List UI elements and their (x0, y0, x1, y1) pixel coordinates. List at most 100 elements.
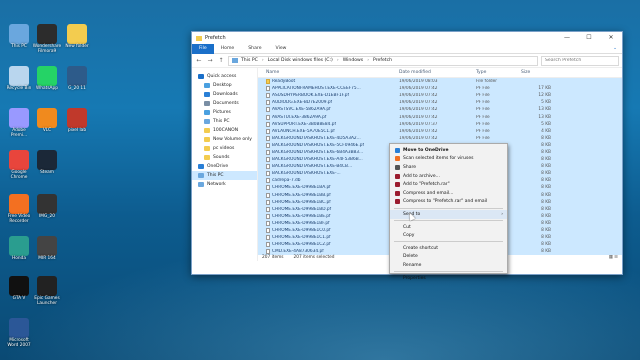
nav-item[interactable]: This PC (192, 171, 257, 180)
menu-item-rename[interactable]: Rename (390, 261, 507, 270)
folder-icon (196, 35, 202, 41)
menu-item-label: Scan selected items for viruses (403, 156, 474, 162)
desktop-icon[interactable]: This PC (4, 24, 34, 50)
nav-item[interactable]: Desktop (192, 81, 257, 90)
table-row[interactable]: ReadyBoot 19/06/2019 08:03 File folder (258, 78, 622, 86)
desktop-icon[interactable]: Adobe Premi... (4, 108, 34, 139)
desktop-icon[interactable]: WhatsApp (32, 66, 62, 92)
search-input[interactable] (545, 58, 609, 63)
menu-item-move-to-onedrive[interactable]: Move to OneDrive (390, 146, 507, 155)
table-row[interactable]: AVSUPPORT.EXE-3B0B8E84.pf 19/06/2019 07:3… (258, 120, 622, 128)
menu-item-compress-to-prefetch-rar-and-email[interactable]: Compress to "Prefetch.rar" and email (390, 198, 507, 207)
menu-item-icon (395, 212, 400, 217)
desktop-icon[interactable]: Free Video Recorder (4, 194, 34, 225)
nav-item[interactable]: Pictures (192, 108, 257, 117)
forward-button[interactable]: → (206, 57, 214, 64)
file-name: CHROME.EXE-D998E1C0.pf (272, 228, 331, 234)
nav-item[interactable]: pc videos (192, 144, 257, 153)
file-date: 19/06/2019 07:42 (399, 114, 438, 120)
nav-item[interactable]: Sounds (192, 153, 257, 162)
desktop-icon[interactable]: Epic Games Launcher (32, 276, 62, 307)
file-size: 8 KB (541, 220, 551, 226)
desktop-icon-label: Free Video Recorder (7, 214, 31, 224)
desktop-icon[interactable]: New folder (62, 24, 92, 50)
desktop-icon[interactable]: G_20 11 (62, 66, 92, 92)
desktop-icon[interactable]: Google Chrome (4, 150, 34, 181)
nav-item[interactable]: Downloads (192, 90, 257, 99)
menu-item-compress-and-email[interactable]: Compress and email... (390, 189, 507, 198)
menu-divider (394, 207, 503, 209)
tab-share[interactable]: Share (241, 44, 268, 54)
close-button[interactable]: ✕ (600, 32, 622, 44)
nav-item[interactable]: Quick access (192, 72, 257, 81)
column-header-size[interactable]: Size (517, 70, 557, 75)
file-type: PF File (476, 100, 490, 106)
menu-item-cut[interactable]: Cut (390, 223, 507, 232)
address-bar[interactable]: This PC › Local Disk windows files (C:) › Wi… (228, 55, 538, 66)
app-icon (37, 276, 57, 296)
title-bar[interactable]: Prefetch — ☐ ✕ (192, 32, 622, 44)
file-type: PF File (476, 135, 490, 141)
table-row[interactable]: ASUSDHYPERBOOK.EXE-D1EBF1F.pf 19/06/2019 … (258, 92, 622, 100)
nav-item-label: This PC (213, 119, 230, 124)
menu-item-copy[interactable]: Copy (390, 231, 507, 240)
table-row[interactable]: AVASTUI.EXE-3862A9A.pf 19/06/2019 07:42 PF… (258, 113, 622, 121)
up-button[interactable]: ↑ (217, 57, 225, 64)
column-header-type[interactable]: Type (472, 70, 517, 75)
desktop-icon[interactable]: MIR 164 (32, 236, 62, 262)
table-row[interactable]: AVLAUNCH.EXE-5A70E5C1.pf 19/06/2019 07:42… (258, 127, 622, 135)
nav-item[interactable]: This PC (192, 117, 257, 126)
column-header-name[interactable]: Name (258, 70, 395, 75)
ribbon-expand-icon[interactable]: ⌄ (613, 46, 622, 51)
nav-item[interactable]: Network (192, 180, 257, 189)
nav-item[interactable]: 100CANON (192, 126, 257, 135)
file-name: BACKGROUNDTASKHOST.EXE-B4CB... (272, 164, 353, 170)
view-toggle-icons[interactable]: ▦ ☰ (609, 255, 622, 260)
search-box[interactable] (541, 55, 619, 66)
menu-item-delete[interactable]: Delete (390, 253, 507, 262)
desktop-icon[interactable]: VLC (32, 108, 62, 134)
minimize-button[interactable]: — (556, 32, 578, 44)
file-name: AVSUPPORT.EXE-3B0B8E84.pf (272, 121, 337, 127)
menu-item-share[interactable]: Share (390, 163, 507, 172)
app-icon (9, 194, 29, 214)
app-icon (37, 236, 57, 256)
nav-item[interactable]: Documents (192, 99, 257, 108)
desktop-icon[interactable]: Microsoft Word 2007 (4, 318, 34, 349)
desktop-icon[interactable]: Steam (32, 150, 62, 176)
menu-item-add-to-archive[interactable]: Add to archive... (390, 172, 507, 181)
column-header-date[interactable]: Date modified (395, 70, 472, 75)
menu-divider (394, 241, 503, 243)
nav-item[interactable]: OneDrive (192, 162, 257, 171)
breadcrumb-item[interactable]: Local Disk windows files (C:) (268, 58, 333, 63)
maximize-button[interactable]: ☐ (578, 32, 600, 44)
table-row[interactable]: AVASTSVC.EXE-5862A9A.pf 19/06/2019 07:42 P… (258, 106, 622, 114)
desktop-icon[interactable]: GTA V (4, 276, 34, 302)
breadcrumb-item[interactable]: Windows (343, 58, 364, 63)
breadcrumb-item[interactable]: This PC (241, 58, 258, 63)
tab-home[interactable]: Home (214, 44, 242, 54)
file-name-cell: CHROME.EXE-D998E1C1.pf (258, 235, 395, 241)
table-row[interactable]: AUDIODG.EXE-BD7E2009.pf 19/06/2019 07:42 P… (258, 99, 622, 107)
menu-item-create-shortcut[interactable]: Create shortcut (390, 244, 507, 253)
menu-item-properties[interactable]: Properties (390, 274, 507, 283)
desktop-icon[interactable]: IMG_20 (32, 194, 62, 220)
table-row[interactable]: APPLICATIONFRAMEHOST.EXE-CCEEF75... 19/06… (258, 85, 622, 93)
tab-file[interactable]: File (192, 43, 214, 54)
desktop-icon[interactable]: Wondershare Filmora9 (32, 24, 62, 55)
table-row[interactable]: BACKGROUNDTASKHOST.EXE-4D5A3A2... 19/06/2… (258, 134, 622, 142)
this-pc-icon (232, 58, 238, 63)
desktop-icon[interactable]: pixel lab (62, 108, 92, 134)
desktop-icon-label: pixel lab (67, 128, 87, 133)
back-button[interactable]: ← (195, 57, 203, 64)
menu-item-icon (395, 199, 400, 205)
desktop-icon-label: WhatsApp (36, 86, 58, 91)
breadcrumb-item[interactable]: Prefetch (373, 58, 392, 63)
menu-item-add-to-prefetch-rar[interactable]: Add to "Prefetch.rar" (390, 180, 507, 189)
menu-item-scan-selected-items-for-viruses[interactable]: Scan selected items for viruses (390, 155, 507, 164)
desktop-icon[interactable]: Honda (4, 236, 34, 262)
tab-view[interactable]: View (269, 44, 294, 54)
nav-item[interactable]: New Volume only (192, 135, 257, 144)
desktop-icon[interactable]: Recycle Bin (4, 66, 34, 92)
file-icon (266, 157, 270, 163)
